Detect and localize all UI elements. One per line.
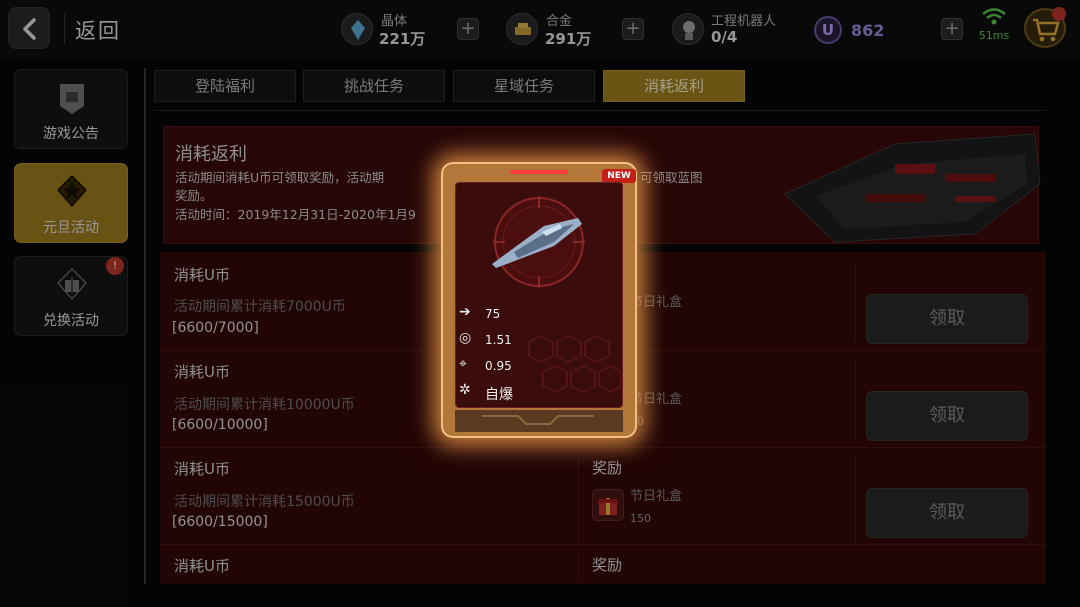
radar-icon: ◎ (459, 330, 472, 346)
new-badge: NEW (602, 169, 636, 183)
stat-skill-value: 自爆 (485, 387, 513, 403)
crosshair-icon: ⌖ (459, 356, 467, 372)
self-destruct-icon: ✲ (459, 382, 471, 398)
card-footer-frame-icon (482, 415, 594, 425)
stat-radar-value: 1.51 (485, 333, 512, 347)
speed-arrow-icon: ➔ (459, 304, 471, 320)
stat-accuracy-value: 0.95 (485, 359, 512, 373)
stat-speed-value: 75 (485, 307, 501, 321)
card-top-accent (510, 170, 568, 174)
ship-target-reticle-icon (492, 196, 585, 288)
hex-pattern-icon (528, 335, 621, 393)
